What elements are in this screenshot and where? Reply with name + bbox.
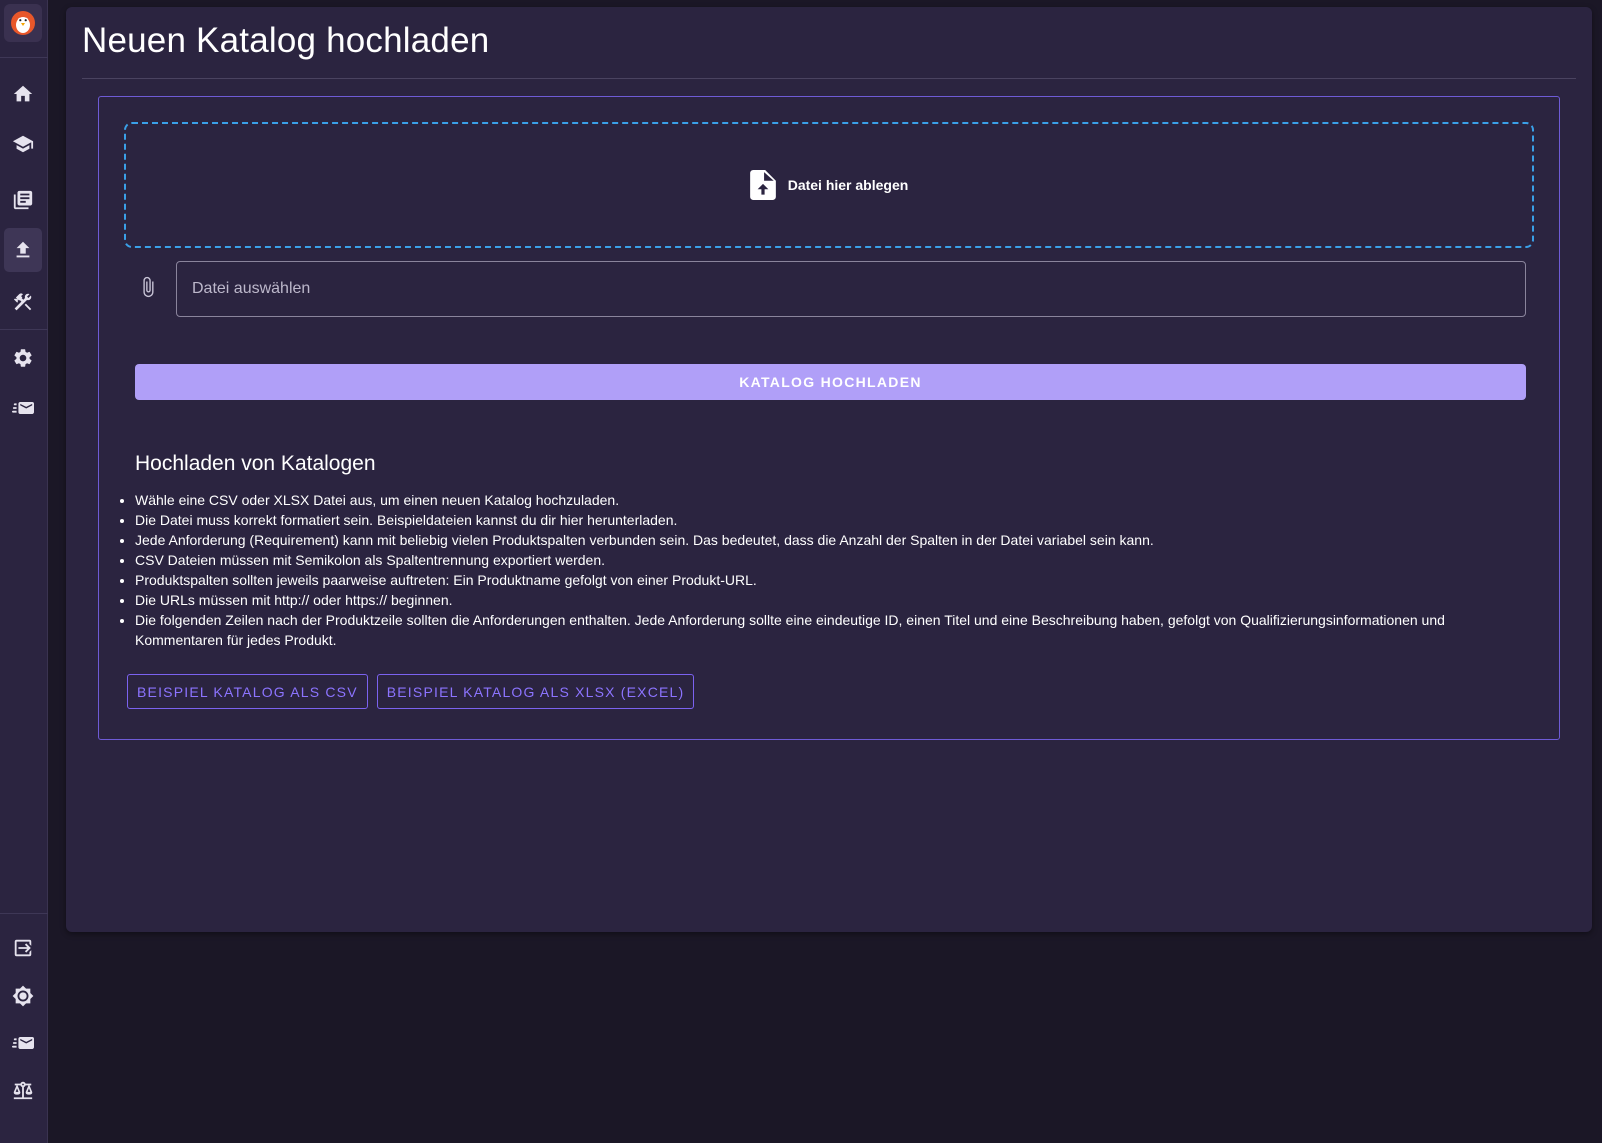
logout-icon bbox=[14, 939, 32, 957]
page-title: Neuen Katalog hochladen bbox=[82, 21, 490, 60]
sidebar-item-theme[interactable] bbox=[4, 974, 42, 1018]
sidebar-divider bbox=[0, 329, 48, 330]
tools-icon bbox=[13, 293, 32, 311]
sidebar bbox=[0, 0, 48, 1143]
sidebar-item-legal[interactable] bbox=[4, 1068, 42, 1112]
brightness-icon bbox=[12, 985, 34, 1007]
sidebar-item-upload[interactable] bbox=[4, 228, 42, 272]
info-list: Wähle eine CSV oder XLSX Datei aus, um e… bbox=[99, 490, 1535, 650]
file-select-input[interactable] bbox=[176, 261, 1526, 317]
main-panel: Neuen Katalog hochladen Datei hier ableg… bbox=[66, 7, 1592, 932]
penguin-logo-icon bbox=[11, 11, 35, 35]
sidebar-item-contact[interactable] bbox=[4, 1021, 42, 1065]
sidebar-item-home[interactable] bbox=[4, 72, 42, 116]
file-upload-icon bbox=[749, 170, 776, 200]
info-list-item: Die Datei muss korrekt formatiert sein. … bbox=[135, 510, 1535, 530]
sidebar-divider bbox=[0, 57, 48, 58]
sidebar-item-mail[interactable] bbox=[4, 386, 42, 430]
sidebar-item-logout[interactable] bbox=[4, 926, 42, 970]
title-divider bbox=[82, 78, 1576, 79]
sidebar-item-settings[interactable] bbox=[4, 336, 42, 380]
library-books-icon bbox=[13, 190, 33, 210]
upload-card: Datei hier ablegen KATALOG HOCHLADEN Hoc… bbox=[98, 96, 1560, 740]
gear-icon bbox=[14, 349, 32, 367]
info-list-item: Die folgenden Zeilen nach der Produktzei… bbox=[135, 610, 1535, 650]
scale-icon bbox=[13, 1081, 33, 1100]
fast-mail-icon bbox=[12, 1037, 34, 1049]
info-list-item: Wähle eine CSV oder XLSX Datei aus, um e… bbox=[135, 490, 1535, 510]
file-dropzone[interactable]: Datei hier ablegen bbox=[124, 122, 1534, 248]
sidebar-item-catalogs[interactable] bbox=[4, 178, 42, 222]
download-csv-example-button[interactable]: BEISPIEL KATALOG ALS CSV bbox=[127, 674, 368, 709]
home-icon bbox=[13, 85, 33, 102]
paperclip-icon[interactable] bbox=[137, 274, 159, 300]
download-xlsx-example-button[interactable]: BEISPIEL KATALOG ALS XLSX (EXCEL) bbox=[376, 674, 695, 709]
example-downloads: BEISPIEL KATALOG ALS CSV BEISPIEL KATALO… bbox=[127, 674, 695, 709]
info-list-item: Produktspalten sollten jeweils paarweise… bbox=[135, 570, 1535, 590]
app-logo[interactable] bbox=[4, 4, 42, 42]
info-section-title: Hochladen von Katalogen bbox=[135, 452, 376, 475]
sidebar-item-tools[interactable] bbox=[4, 280, 42, 324]
info-list-item: CSV Dateien müssen mit Semikolon als Spa… bbox=[135, 550, 1535, 570]
sidebar-item-courses[interactable] bbox=[4, 122, 42, 166]
fast-mail-icon bbox=[12, 402, 34, 414]
info-list-item: Die URLs müssen mit http:// oder https:/… bbox=[135, 590, 1535, 610]
upload-catalog-button[interactable]: KATALOG HOCHLADEN bbox=[135, 364, 1526, 400]
graduation-cap-icon bbox=[12, 135, 34, 153]
dropzone-label: Datei hier ablegen bbox=[787, 177, 909, 193]
sidebar-divider bbox=[0, 913, 48, 914]
upload-icon bbox=[16, 241, 30, 258]
info-list-item: Jede Anforderung (Requirement) kann mit … bbox=[135, 530, 1535, 550]
